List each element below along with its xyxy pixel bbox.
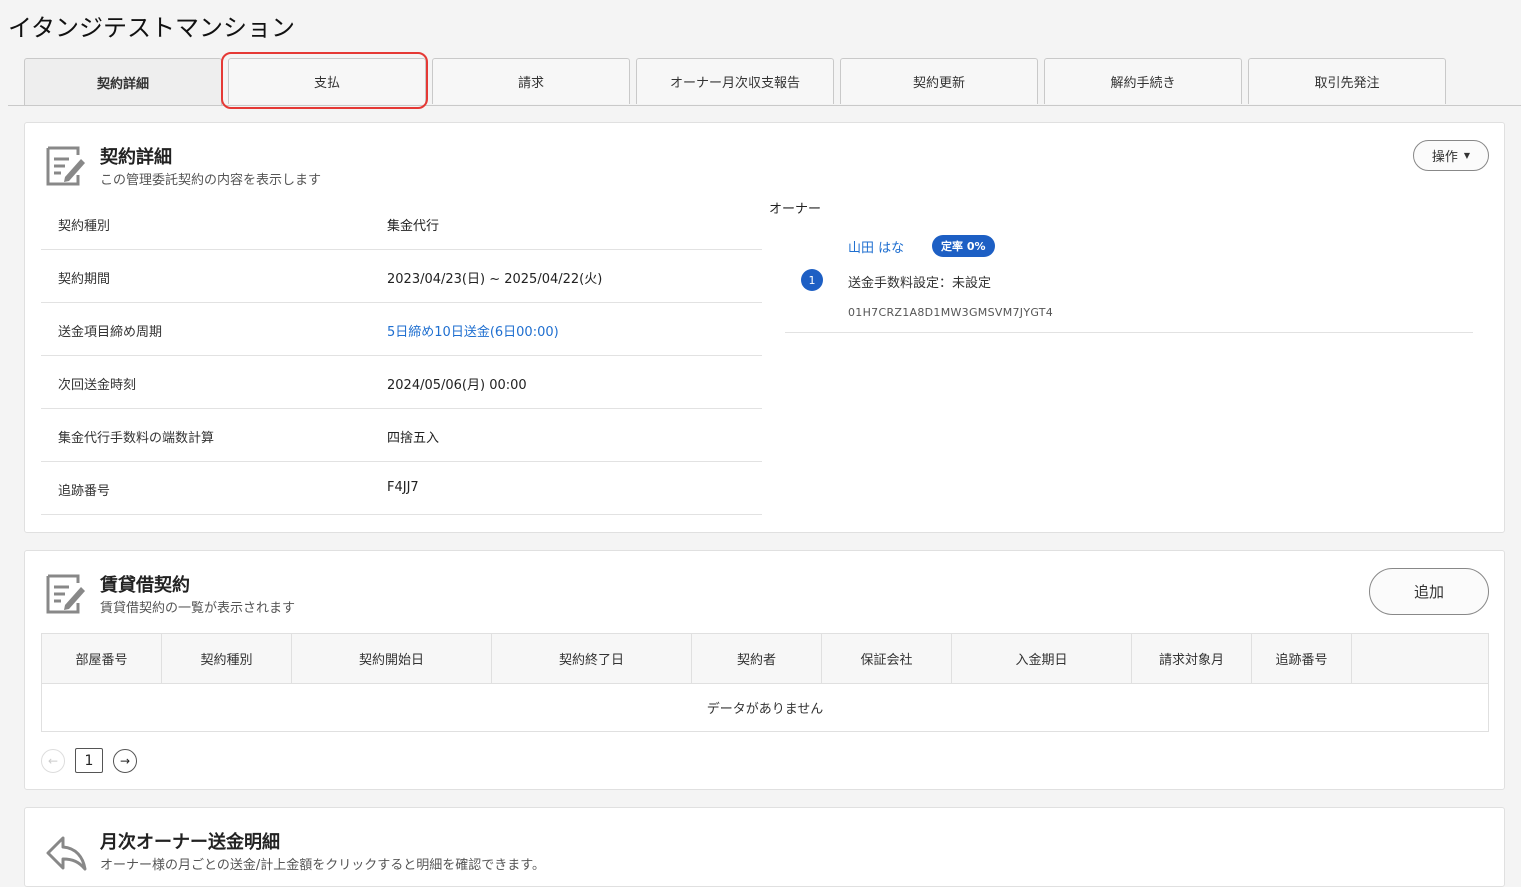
monthly-remittance-subtitle: オーナー様の月ごとの送金/計上金額をクリックすると明細を確認できます。 <box>100 858 545 873</box>
empty-message: データがありません <box>706 701 824 717</box>
column-header: 契約種別 <box>162 634 292 683</box>
detail-label: 次回送金時刻 <box>58 378 137 393</box>
owner-section-label: オーナー <box>769 202 822 217</box>
detail-value: 四捨五入 <box>387 431 440 446</box>
tab-contract-detail[interactable]: 契約詳細 <box>24 58 222 105</box>
monthly-remittance-title: 月次オーナー送金明細 <box>100 832 280 853</box>
contract-detail-subtitle: この管理委託契約の内容を表示します <box>100 173 322 188</box>
detail-value: 集金代行 <box>387 219 440 234</box>
lease-table-header: 部屋番号 契約種別 契約開始日 契約終了日 契約者 保証会社 入金期日 請求対象… <box>42 634 1488 684</box>
edit-document-icon <box>46 146 85 186</box>
detail-label: 契約種別 <box>58 219 111 234</box>
detail-label: 契約期間 <box>58 272 111 287</box>
column-header: 請求対象月 <box>1132 634 1252 683</box>
detail-label: 追跡番号 <box>58 484 111 499</box>
detail-row: 次回送金時刻 2024/05/06(月) 00:00 <box>41 356 762 409</box>
detail-label: 集金代行手数料の端数計算 <box>58 431 215 446</box>
tab-billing[interactable]: 請求 <box>432 58 630 104</box>
owner-id: 01H7CRZ1A8D1MW3GMSVM7JYGT4 <box>848 306 1054 319</box>
detail-row: 契約種別 集金代行 <box>41 197 762 250</box>
detail-value: 2023/04/23(日) ~ 2025/04/22(火) <box>387 272 603 287</box>
column-header: 保証会社 <box>822 634 952 683</box>
lease-table: 部屋番号 契約種別 契約開始日 契約終了日 契約者 保証会社 入金期日 請求対象… <box>41 633 1489 732</box>
tab-cancellation[interactable]: 解約手続き <box>1044 58 1242 104</box>
detail-row: 送金項目締め周期 5日締め10日送金(6日00:00) <box>41 303 762 356</box>
contract-detail-card: 契約詳細 この管理委託契約の内容を表示します 操作 ▼ 契約種別 集金代行 契約… <box>24 122 1505 533</box>
tab-bar: 契約詳細 支払 請求 オーナー月次収支報告 契約更新 解約手続き 取引先発注 <box>8 58 1521 106</box>
column-header: 部屋番号 <box>42 634 162 683</box>
caret-down-icon: ▼ <box>1463 151 1471 160</box>
detail-row: 契約期間 2023/04/23(日) ~ 2025/04/22(火) <box>41 250 762 303</box>
owner-divider <box>785 332 1473 333</box>
pager-next-button[interactable]: → <box>113 749 137 773</box>
column-header: 追跡番号 <box>1252 634 1352 683</box>
detail-value: F4JJ7 <box>387 480 419 495</box>
operations-label: 操作 <box>1431 150 1458 165</box>
column-header <box>1352 634 1488 683</box>
detail-value: 2024/05/06(月) 00:00 <box>387 378 527 393</box>
column-header: 契約開始日 <box>292 634 492 683</box>
add-lease-button[interactable]: 追加 <box>1369 568 1489 615</box>
tab-vendor-order[interactable]: 取引先発注 <box>1248 58 1446 104</box>
owner-rate-badge: 定率 0% <box>932 235 995 257</box>
tab-owner-monthly-report[interactable]: オーナー月次収支報告 <box>636 58 834 104</box>
contract-detail-title: 契約詳細 <box>100 147 172 168</box>
column-header: 契約者 <box>692 634 822 683</box>
edit-document-icon <box>46 574 85 614</box>
owner-name-link[interactable]: 山田 はな <box>848 237 904 256</box>
pager-prev-button[interactable]: ← <box>41 749 65 773</box>
column-header: 契約終了日 <box>492 634 692 683</box>
lease-contracts-card: 賃貸借契約 賃貸借契約の一覧が表示されます 追加 部屋番号 契約種別 契約開始日… <box>24 550 1505 790</box>
tab-payment[interactable]: 支払 <box>228 58 426 104</box>
closing-cycle-link[interactable]: 5日締め10日送金(6日00:00) <box>387 321 559 340</box>
lease-contracts-subtitle: 賃貸借契約の一覧が表示されます <box>100 601 296 616</box>
pager-current-page[interactable]: 1 <box>75 748 103 773</box>
tab-contract-renewal[interactable]: 契約更新 <box>840 58 1038 104</box>
detail-row: 追跡番号 F4JJ7 <box>41 462 762 515</box>
monthly-remittance-card: 月次オーナー送金明細 オーナー様の月ごとの送金/計上金額をクリックすると明細を確… <box>24 807 1505 887</box>
page-title: イタンジテストマンション <box>8 14 296 42</box>
owner-number-badge: 1 <box>801 269 823 291</box>
owner-fee-setting: 送金手数料設定：未設定 <box>848 276 992 291</box>
column-header: 入金期日 <box>952 634 1132 683</box>
detail-row: 集金代行手数料の端数計算 四捨五入 <box>41 409 762 462</box>
detail-label: 送金項目締め周期 <box>58 325 163 340</box>
reply-arrow-icon <box>46 836 87 871</box>
operations-dropdown-button[interactable]: 操作 ▼ <box>1413 140 1489 171</box>
contract-detail-table: 契約種別 集金代行 契約期間 2023/04/23(日) ~ 2025/04/2… <box>41 197 762 515</box>
lease-contracts-title: 賃貸借契約 <box>100 575 190 596</box>
